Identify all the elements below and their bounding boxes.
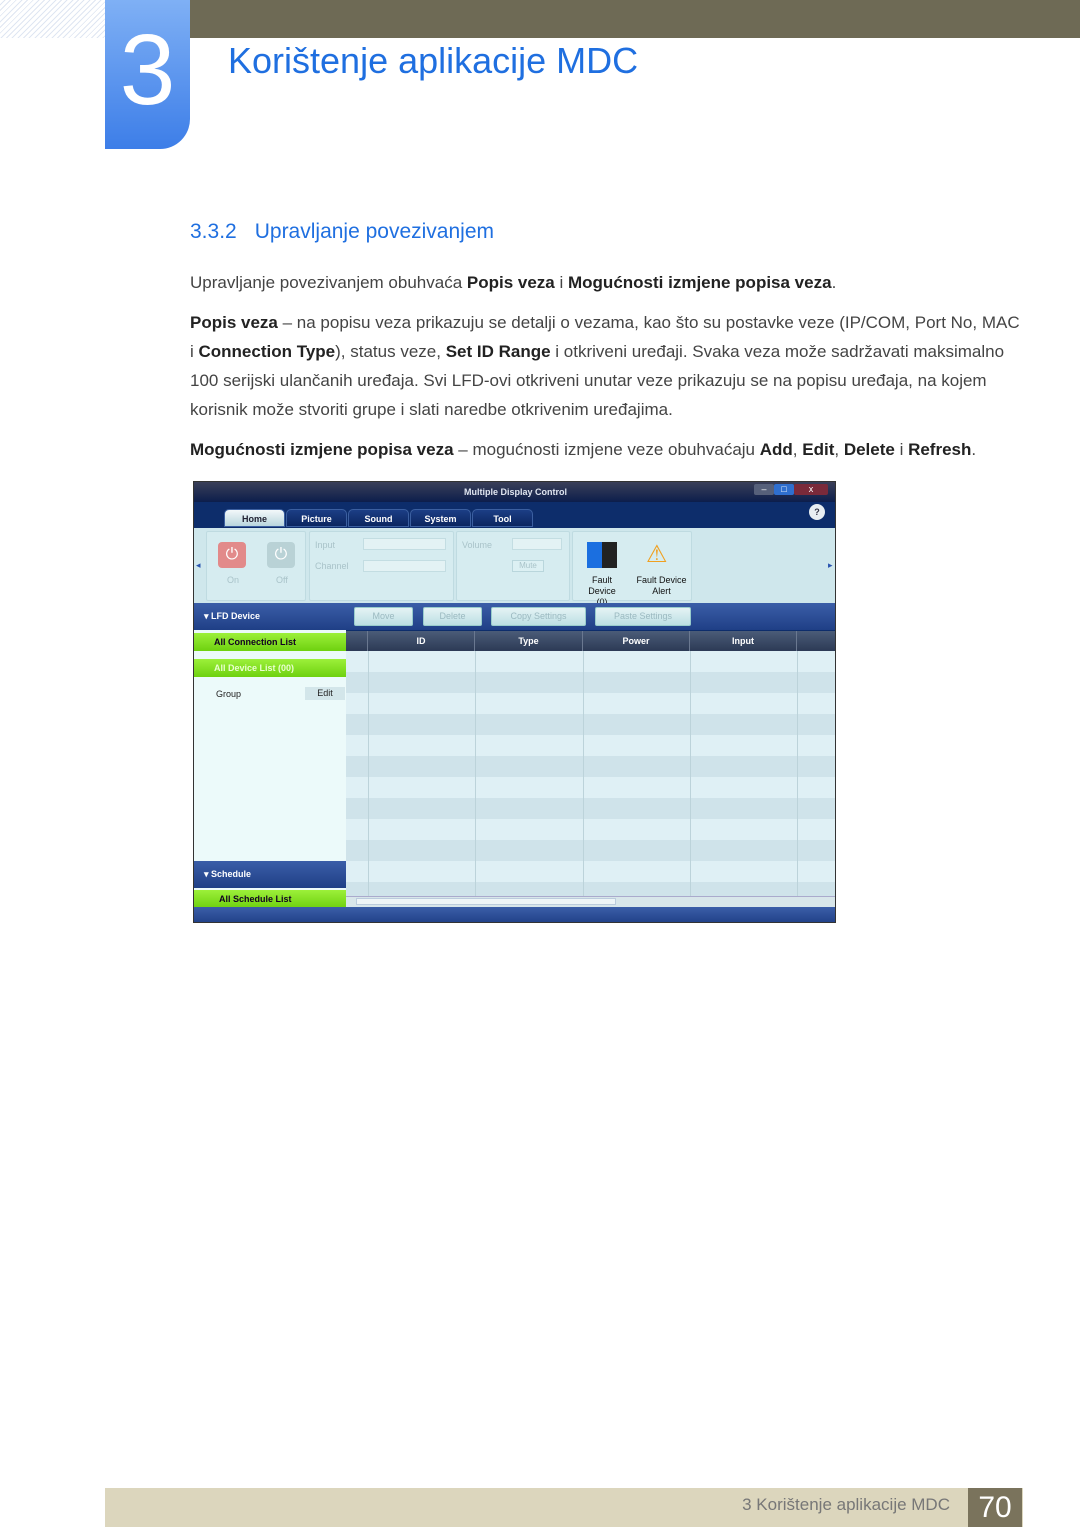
paste-settings-button[interactable]: Paste Settings — [595, 607, 691, 626]
page-number: 70 — [968, 1488, 1022, 1527]
maximize-button[interactable]: □ — [774, 484, 794, 495]
horizontal-scrollbar[interactable] — [346, 896, 835, 907]
chapter-title: Korištenje aplikacije MDC — [228, 40, 639, 81]
group-label: Group — [216, 689, 242, 699]
decorative-hatch — [0, 0, 105, 38]
schedule-header[interactable]: ▾ Schedule — [194, 861, 346, 888]
input-select[interactable] — [363, 538, 446, 550]
tab-picture[interactable]: Picture — [286, 509, 347, 527]
mute-button[interactable]: Mute — [512, 560, 544, 572]
close-button[interactable]: x — [794, 484, 828, 495]
minimize-button[interactable]: – — [754, 484, 774, 495]
device-table-body — [346, 651, 835, 896]
power-off-button[interactable]: ⏻ — [267, 542, 295, 568]
all-connection-list[interactable]: All Connection List — [194, 633, 346, 651]
fault-alert-icon[interactable]: ⚠ — [646, 540, 668, 569]
tab-home[interactable]: Home — [224, 509, 285, 527]
fault-alert-label: Fault Device Alert — [636, 575, 687, 596]
channel-stepper[interactable] — [363, 560, 446, 572]
section-name: Upravljanje povezivanjem — [254, 220, 495, 243]
power-on-button[interactable]: ⏻ — [218, 542, 246, 568]
tab-system[interactable]: System — [410, 509, 471, 527]
column-type[interactable]: Type — [475, 631, 583, 651]
paragraph-mogucnosti: Mogućnosti izmjene popisa veza – mogućno… — [190, 440, 977, 459]
column-id[interactable]: ID — [368, 631, 475, 651]
column-input[interactable]: Input — [690, 631, 797, 651]
footer-text: 3 Korištenje aplikacije MDC — [742, 1495, 950, 1514]
on-label: On — [227, 575, 240, 585]
mdc-screenshot: Multiple Display Control – □ x ? Home Pi… — [193, 481, 836, 923]
all-device-list[interactable]: All Device List (00) — [194, 659, 346, 677]
select-all-checkbox[interactable] — [346, 631, 368, 651]
column-power[interactable]: Power — [583, 631, 690, 651]
tab-tool[interactable]: Tool — [472, 509, 533, 527]
volume-label: Volume — [462, 540, 493, 550]
group-edit-button[interactable]: Edit — [305, 687, 345, 700]
chapter-number: 3 — [105, 0, 190, 149]
channel-label: Channel — [315, 561, 349, 571]
ribbon-scroll-right-icon[interactable]: ▸ — [828, 560, 833, 571]
lfd-device-header[interactable]: ▾ LFD Device — [194, 603, 346, 630]
off-label: Off — [276, 575, 288, 585]
volume-slider[interactable] — [512, 538, 562, 550]
input-label: Input — [315, 540, 336, 550]
table-header: ID Type Power Input S — [346, 631, 835, 651]
toolbar — [346, 603, 835, 630]
paragraph-popis-veza: Popis veza – na popisu veza prikazuju se… — [190, 313, 1020, 419]
section-number: 3.3.2 — [190, 220, 237, 243]
all-schedule-list[interactable]: All Schedule List — [194, 890, 346, 908]
section-title: 3.3.2 Upravljanje povezivanjem — [190, 220, 512, 244]
column-s[interactable]: S — [797, 631, 835, 651]
delete-button[interactable]: Delete — [423, 607, 482, 626]
copy-settings-button[interactable]: Copy Settings — [491, 607, 586, 626]
window-title: Multiple Display Control — [194, 482, 835, 502]
move-button[interactable]: Move — [354, 607, 413, 626]
status-bar — [194, 907, 835, 922]
help-icon[interactable]: ? — [809, 504, 825, 520]
paragraph-intro: Upravljanje povezivanjem obuhvaća Popis … — [190, 273, 837, 292]
tab-sound[interactable]: Sound — [348, 509, 409, 527]
header-bar — [190, 0, 1080, 38]
ribbon-scroll-left-icon[interactable]: ◂ — [196, 560, 201, 571]
fault-device-icon[interactable] — [587, 542, 617, 568]
